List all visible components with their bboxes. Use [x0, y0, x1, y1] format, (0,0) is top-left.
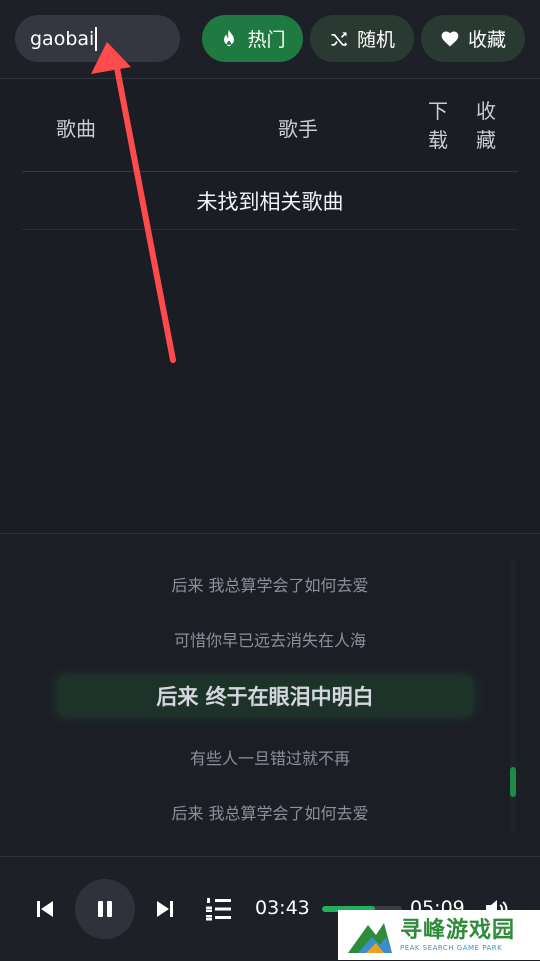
favorites-button[interactable]: 收藏 [421, 15, 525, 62]
empty-result-message: 未找到相关歌曲 [196, 189, 344, 214]
playlist-button[interactable] [205, 897, 231, 921]
random-button-label: 随机 [356, 29, 395, 51]
search-input-value: gaobai [30, 27, 95, 50]
lyrics-scrollbar[interactable] [510, 558, 516, 834]
playlist-icon [206, 898, 231, 921]
heart-icon [441, 31, 459, 46]
fire-icon [224, 29, 235, 46]
current-time: 03:43 [255, 897, 310, 919]
column-download: 下载 [428, 99, 448, 152]
top-bar: gaobai 热门 随机 收藏 [0, 0, 540, 79]
lyrics-scrollbar-thumb[interactable] [510, 767, 516, 797]
lyric-line[interactable]: 后来 我总算学会了如何去爱 [0, 572, 540, 596]
text-caret [95, 26, 98, 51]
watermark-en: PEAK SEARCH GAME PARK [400, 944, 503, 952]
hot-button[interactable]: 热门 [202, 15, 303, 62]
lyric-line[interactable]: 后来 我总算学会了如何去爱 [0, 800, 540, 824]
search-input[interactable]: gaobai [15, 15, 180, 62]
skip-next-icon [157, 901, 173, 917]
lyric-line[interactable]: 可惜你早已远去消失在人海 [0, 627, 540, 651]
hot-button-label: 热门 [247, 29, 286, 51]
mountain-logo-icon [348, 923, 392, 953]
lyrics-panel[interactable]: 后来 我总算学会了如何去爱 可惜你早已远去消失在人海 后来 终于在眼泪中明白 有… [0, 533, 540, 856]
previous-button[interactable] [35, 899, 55, 919]
watermark: 寻峰游戏园 PEAK SEARCH GAME PARK [338, 910, 540, 960]
column-favorite: 收藏 [476, 99, 496, 152]
lyric-line-active-text: 后来 终于在眼泪中明白 [156, 685, 374, 709]
lyric-line[interactable]: 有些人一旦错过就不再 [0, 745, 540, 769]
empty-result-row: 未找到相关歌曲 [22, 172, 518, 230]
next-button[interactable] [155, 899, 175, 919]
pause-button[interactable] [75, 879, 135, 939]
random-button[interactable]: 随机 [310, 15, 414, 62]
shuffle-icon [331, 31, 348, 46]
column-singer: 歌手 [278, 117, 318, 141]
pause-icon [98, 901, 112, 917]
song-table-header: 歌曲 歌手 下载 收藏 [22, 79, 518, 172]
lyric-line-active[interactable]: 后来 终于在眼泪中明白 [57, 676, 473, 716]
column-song: 歌曲 [56, 117, 96, 141]
skip-previous-icon [37, 901, 53, 917]
favorites-button-label: 收藏 [467, 29, 506, 51]
watermark-cn: 寻峰游戏园 [400, 918, 516, 943]
